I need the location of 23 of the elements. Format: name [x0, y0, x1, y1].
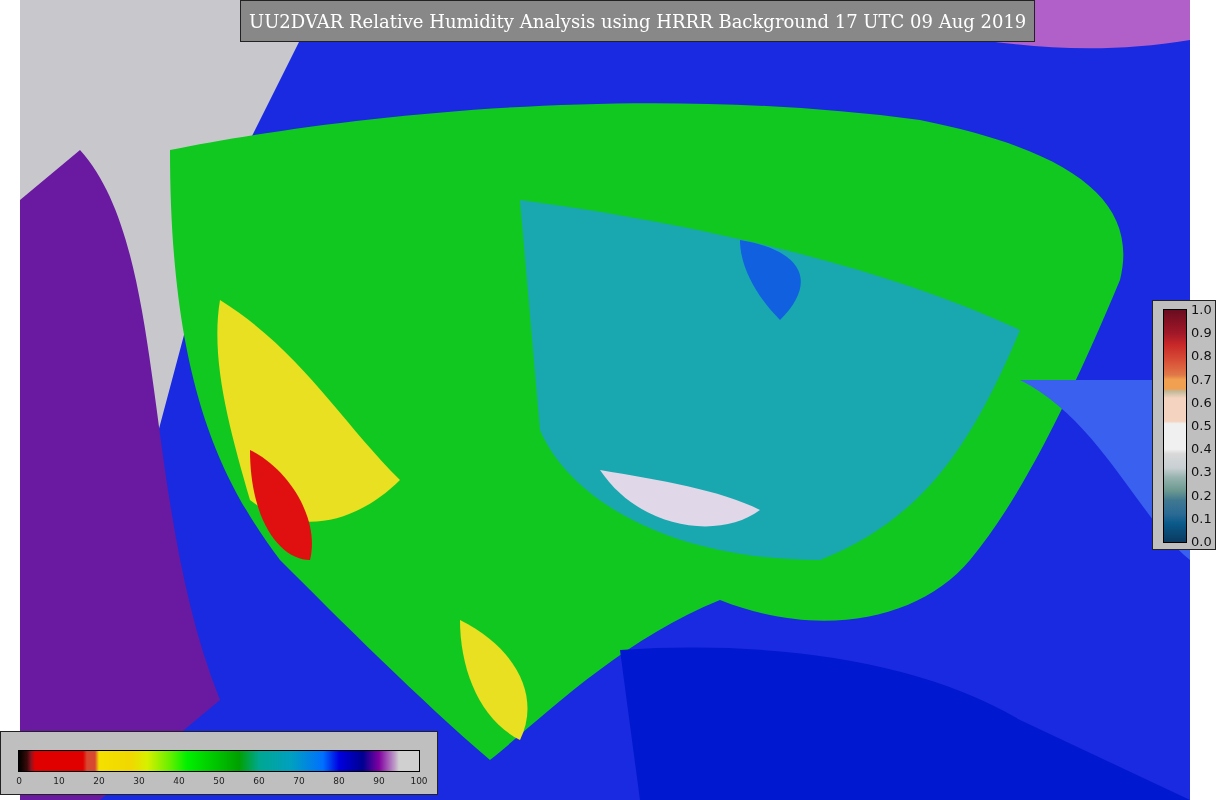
- tick-label: 1.0: [1191, 303, 1212, 317]
- tick-label: 0.2: [1191, 488, 1212, 503]
- tick-label: 10: [52, 776, 66, 786]
- tick-label: 20: [92, 776, 106, 786]
- tick-label: 0: [15, 776, 23, 786]
- tick-label: 0.4: [1191, 442, 1212, 457]
- tick-label: 0.8: [1191, 349, 1212, 364]
- tick-label: 30: [132, 776, 146, 786]
- tick-label: 60: [252, 776, 266, 786]
- tick-label: 70: [292, 776, 306, 786]
- tick-label: 0.0: [1191, 534, 1212, 549]
- tick-label: 0.1: [1191, 511, 1212, 526]
- tick-label: 50: [212, 776, 226, 786]
- tick-label: 100: [409, 776, 429, 786]
- tick-label: 0.3: [1191, 465, 1212, 480]
- tick-label: 40: [172, 776, 186, 786]
- tick-label: 0.7: [1191, 372, 1212, 387]
- tick-label: 80: [332, 776, 346, 786]
- map-title: UU2DVAR Relative Humidity Analysis using HRRR Background 17 UTC 09 Aug 2019: [240, 0, 1036, 42]
- tick-label: 0.5: [1191, 418, 1212, 433]
- tick-label: 0.9: [1191, 326, 1212, 341]
- tick-label: 0.6: [1191, 395, 1212, 410]
- tick-label: 90: [372, 776, 386, 786]
